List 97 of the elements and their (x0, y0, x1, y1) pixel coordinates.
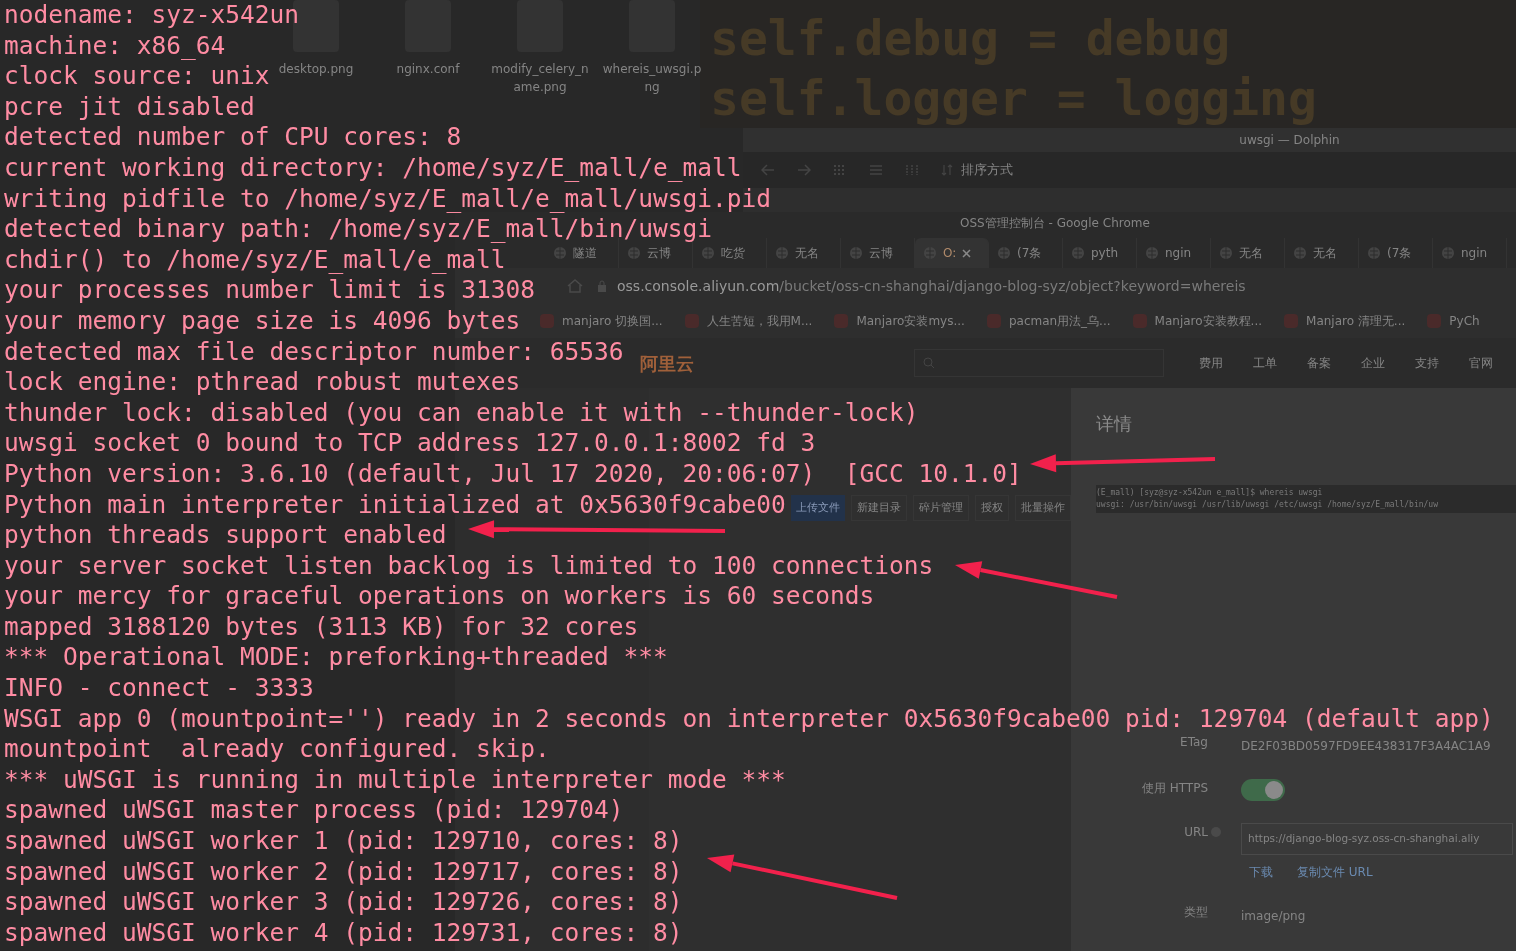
terminal-line: *** Operational MODE: preforking+threaded *** (4, 642, 668, 674)
terminal-line: *** uWSGI is running in multiple interpreter mode *** (4, 764, 786, 796)
toolbar-button[interactable]: 碎片管理 (913, 495, 969, 521)
forward-icon[interactable] (797, 164, 811, 176)
nav-link[interactable]: 工单 (1253, 354, 1277, 372)
globe-icon (849, 246, 863, 260)
file-name[interactable]: modify_celery_name.png (490, 60, 590, 96)
favicon-icon (834, 314, 849, 328)
field-value: DE2F03BD0597FD9EE438317F3A4AC1A9 (1241, 739, 1491, 753)
globe-icon (1367, 246, 1381, 260)
field-label: ETag (1179, 734, 1208, 751)
close-icon[interactable] (962, 248, 972, 258)
bookmark[interactable]: 人生苦短，我用M... (684, 312, 813, 330)
sort-button[interactable]: 排序方式 (941, 160, 1013, 180)
terminal-line: machine: x86_64 (4, 30, 226, 62)
terminal-line: your server socket listen backlog is limited to 100 connections (4, 550, 934, 582)
terminal-line: your processes number limit is 31308 (4, 275, 535, 306)
favicon-icon (1427, 314, 1442, 328)
preview-line: uwsgi: /usr/bin/uwsgi /usr/lib/uwsgi /etc/uwsgi /home/syz/E_mall/bin/uw (1096, 499, 1439, 511)
favicon-icon (986, 314, 1001, 328)
nav-link[interactable]: 备案 (1307, 354, 1331, 372)
terminal-line: mapped 3188120 bytes (3113 KB) for 32 cores (4, 611, 639, 643)
file-name[interactable]: whereis_uwsgi.png (602, 60, 702, 96)
terminal-line: spawned uWSGI master process (pid: 129704) (4, 795, 624, 827)
terminal-line: chdir() to /home/syz/E_mall/e_mall (4, 244, 506, 276)
sort-icon (941, 164, 953, 176)
terminal-line: your mercy for graceful operations on workers is 60 seconds (4, 581, 875, 612)
globe-icon (553, 246, 567, 260)
terminal-line: spawned uWSGI worker 1 (pid: 129710, cores: 8) (4, 826, 683, 857)
favicon-icon (540, 314, 554, 328)
toolbar-button[interactable]: 批量操作 (1015, 495, 1071, 521)
toolbar-button[interactable]: 授权 (975, 495, 1009, 521)
console-logo: 阿里云 (640, 351, 694, 376)
globe-icon (1293, 246, 1307, 260)
terminal-line: your memory page size is 4096 bytes (4, 305, 521, 337)
home-icon[interactable] (567, 279, 583, 293)
terminal-line: INFO - connect - 3333 (4, 673, 314, 704)
nav-link[interactable]: 官网 (1469, 354, 1493, 372)
terminal-line: detected number of CPU cores: 8 (4, 122, 462, 153)
panel-title: 详情 (1096, 412, 1133, 436)
file-name[interactable]: nginx.conf (378, 60, 478, 78)
terminal-line: spawned uWSGI worker 2 (pid: 129717, cores: 8) (4, 856, 683, 888)
terminal-line: python threads support enabled (4, 520, 447, 551)
globe-icon (627, 246, 641, 260)
nav-link[interactable]: 企业 (1361, 354, 1385, 372)
favicon-icon (684, 314, 699, 328)
terminal-line: detected max file descriptor number: 65536 (4, 336, 624, 368)
back-icon[interactable] (761, 164, 775, 176)
terminal-line: thunder lock: disabled (you can enable it with --thunder-lock) (4, 397, 919, 429)
url-field[interactable]: https://django-blog-syz.oss-cn-shanghai.aliy (1241, 823, 1513, 855)
window-title: uwsgi — Dolphin (1239, 132, 1340, 149)
globe-icon (1219, 246, 1233, 260)
globe-icon (1071, 246, 1085, 260)
globe-icon (1145, 246, 1159, 260)
field-label: URL (1183, 824, 1208, 841)
favicon-icon (1284, 314, 1299, 328)
terminal-line: writing pidfile to /home/syz/E_mall/e_mall/uwsgi.pid (4, 183, 771, 215)
terminal-line: mountpoint already configured. skip. (4, 734, 550, 765)
globe-icon (701, 246, 715, 260)
terminal-line: lock engine: pthread robust mutexes (4, 367, 521, 398)
globe-icon (997, 246, 1011, 260)
nav-link[interactable]: 费用 (1199, 354, 1223, 372)
terminal-line: clock source: unix (4, 61, 270, 92)
browser-tab[interactable]: O: (915, 238, 989, 268)
terminal-line: nodename: syz-x542un (4, 0, 299, 31)
field-value: image/png (1241, 909, 1306, 923)
lock-icon (597, 280, 607, 292)
globe-icon (1441, 246, 1455, 260)
terminal-line: current working directory: /home/syz/E_mall/e_mall (4, 152, 742, 184)
preview-line: (E_mall) [syz@syz-x542un e_mall]$ whereis uwsgi (1096, 487, 1324, 499)
bookmark[interactable]: Manjaro安装mys... (834, 312, 965, 330)
field-label: 使用 HTTPS (1140, 780, 1208, 797)
toolbar-button[interactable]: 上传文件 (791, 495, 845, 521)
panel-link[interactable]: 复制文件 URL (1297, 863, 1373, 881)
bookmark[interactable]: Manjaro 清理无... (1284, 312, 1406, 330)
globe-icon (775, 246, 789, 260)
grid-view-icon[interactable] (833, 164, 847, 176)
terminal-line: pcre jit disabled (4, 91, 255, 123)
terminal-line: Python version: 3.6.10 (default, Jul 17 2020, 20:06:07) [GCC 10.1.0] (4, 458, 1022, 490)
terminal-line: WSGI app 0 (mountpoint='') ready in 2 seconds on interpreter 0x5630f9cabe00 pid: 129704 (default app) (4, 703, 1494, 735)
terminal-line: spawned uWSGI worker 3 (pid: 129726, cores: 8) (4, 887, 683, 918)
bookmark[interactable]: pacman用法_乌... (986, 312, 1111, 330)
field-label: 类型 (1183, 904, 1208, 921)
terminal-line: uwsgi socket 0 bound to TCP address 127.0.0.1:8002 fd 3 (4, 428, 816, 459)
nav-link[interactable]: 支持 (1415, 354, 1439, 372)
terminal-line: Python main interpreter initialized at 0x5630f9cabe00 (4, 489, 786, 521)
toolbar-button[interactable]: 新建目录 (851, 495, 907, 521)
bookmark[interactable]: Manjaro安装教程... (1132, 312, 1263, 330)
search-field[interactable] (914, 349, 1164, 377)
bookmark[interactable]: manjaro 切换国... (540, 312, 663, 330)
panel-link[interactable]: 下载 (1249, 863, 1273, 881)
toggle-switch[interactable] (1241, 779, 1285, 801)
terminal-line: spawned uWSGI worker 4 (pid: 129731, cores: 8) (4, 917, 683, 949)
favicon-icon (1132, 314, 1147, 328)
search-icon (923, 357, 935, 369)
bookmark[interactable]: PyCh (1427, 312, 1480, 330)
window-title: OSS管理控制台 - Google Chrome (960, 215, 1150, 232)
